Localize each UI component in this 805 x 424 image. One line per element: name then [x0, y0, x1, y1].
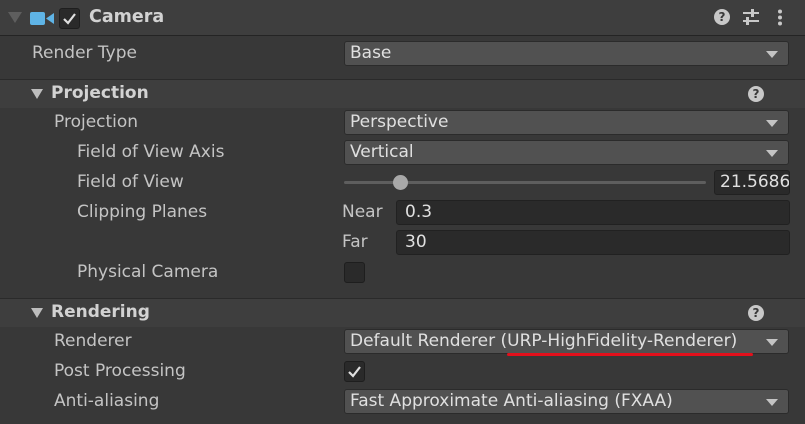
renderer-label: Renderer: [54, 331, 132, 351]
checkmark-icon: [348, 366, 361, 378]
fov-axis-label: Field of View Axis: [77, 142, 225, 162]
fov-label: Field of View: [77, 172, 184, 192]
annotation-underline: [507, 353, 753, 356]
rendering-section-header[interactable]: Rendering ?: [0, 298, 805, 327]
kebab-menu-icon[interactable]: [777, 9, 783, 26]
dropdown-arrow-icon: [766, 51, 778, 58]
projection-section-header[interactable]: Projection ?: [0, 79, 805, 108]
section-fold-arrow-icon[interactable]: [31, 308, 43, 318]
far-field[interactable]: 30: [396, 230, 790, 255]
render-type-dropdown[interactable]: Base: [344, 41, 789, 66]
near-field[interactable]: 0.3: [396, 200, 790, 225]
fov-axis-value: Vertical: [350, 142, 414, 162]
far-label: Far: [342, 232, 368, 252]
near-value: 0.3: [405, 202, 433, 222]
projection-label: Projection: [54, 112, 139, 132]
anti-aliasing-label: Anti-aliasing: [54, 391, 160, 411]
presets-icon[interactable]: [742, 9, 760, 26]
fov-value-field[interactable]: 21.5686: [714, 170, 790, 195]
inspector-panel: Camera ? Render Type Base Projection ? P…: [0, 0, 805, 424]
render-type-label: Render Type: [32, 43, 137, 63]
dropdown-arrow-icon: [766, 399, 778, 406]
camera-icon: [30, 12, 54, 25]
checkmark-icon: [63, 13, 76, 25]
physical-camera-label: Physical Camera: [77, 262, 219, 282]
render-type-value: Base: [350, 43, 392, 63]
near-label: Near: [342, 202, 383, 222]
dropdown-arrow-icon: [766, 150, 778, 157]
far-value: 30: [405, 232, 427, 252]
help-icon[interactable]: ?: [748, 305, 764, 321]
fov-axis-dropdown[interactable]: Vertical: [344, 140, 789, 165]
fov-slider-thumb[interactable]: [392, 175, 408, 190]
physical-camera-checkbox[interactable]: [344, 262, 365, 283]
post-processing-checkbox[interactable]: [344, 361, 365, 382]
renderer-value: Default Renderer (URP-HighFidelity-Rende…: [350, 331, 738, 351]
component-enabled-checkbox[interactable]: [59, 8, 80, 29]
dropdown-arrow-icon: [766, 339, 778, 346]
component-title: Camera: [89, 7, 165, 27]
collapse-arrow-icon[interactable]: [8, 12, 22, 23]
anti-aliasing-value: Fast Approximate Anti-aliasing (FXAA): [350, 391, 673, 411]
dropdown-arrow-icon: [766, 120, 778, 127]
camera-component-header[interactable]: Camera ?: [0, 0, 805, 36]
help-icon[interactable]: ?: [748, 86, 764, 102]
projection-dropdown[interactable]: Perspective: [344, 110, 789, 135]
help-icon[interactable]: ?: [714, 9, 730, 25]
clipping-planes-label: Clipping Planes: [77, 202, 208, 222]
post-processing-label: Post Processing: [54, 361, 186, 381]
section-fold-arrow-icon[interactable]: [31, 89, 43, 99]
renderer-dropdown[interactable]: Default Renderer (URP-HighFidelity-Rende…: [344, 329, 789, 354]
projection-section-title: Projection: [51, 83, 149, 103]
rendering-section-title: Rendering: [51, 302, 150, 322]
anti-aliasing-dropdown[interactable]: Fast Approximate Anti-aliasing (FXAA): [344, 389, 789, 414]
fov-value: 21.5686: [720, 172, 790, 192]
projection-value: Perspective: [350, 112, 449, 132]
